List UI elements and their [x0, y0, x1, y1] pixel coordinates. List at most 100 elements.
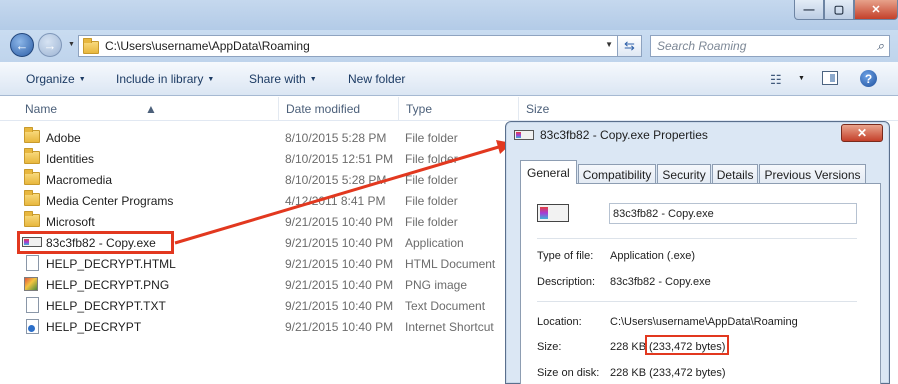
size-kb-value: 228 KB [610, 341, 647, 353]
share-with-menu[interactable]: Share with ▼ [249, 72, 317, 86]
file-row-media-center-programs[interactable]: Media Center Programs 4/12/2011 8:41 PM … [0, 190, 520, 211]
file-row-identities[interactable]: Identities 8/10/2015 12:51 PM File folde… [0, 148, 520, 169]
folder-icon [24, 169, 40, 185]
forward-button[interactable]: → [38, 33, 62, 57]
tab-compatibility[interactable]: Compatibility [577, 164, 657, 184]
chevron-down-icon: ▼ [207, 76, 215, 83]
properties-dialog: 83c3fb82 - Copy.exe Properties ✕ General… [505, 121, 890, 384]
back-arrow-icon: ← [15, 37, 29, 53]
maximize-button[interactable]: ▢ [824, 0, 854, 20]
file-date: 4/12/2011 8:41 PM [285, 194, 386, 208]
organize-label: Organize [26, 72, 75, 86]
tab-security[interactable]: Security [657, 164, 711, 184]
refresh-button[interactable]: ⇆ [618, 35, 642, 57]
file-row-help-decrypt-txt[interactable]: HELP_DECRYPT.TXT 9/21/2015 10:40 PM Text… [0, 295, 520, 316]
file-name: Microsoft [46, 215, 95, 229]
folder-icon [24, 190, 40, 206]
organize-menu[interactable]: Organize ▼ [26, 72, 86, 86]
exe-highlight-box [17, 231, 174, 254]
help-icon[interactable]: ? [860, 70, 877, 87]
file-name: Media Center Programs [46, 194, 174, 208]
file-type: File folder [405, 194, 458, 208]
tab-general[interactable]: General [520, 160, 577, 184]
file-type: File folder [405, 215, 458, 229]
column-divider[interactable] [518, 97, 519, 121]
file-row-macromedia[interactable]: Macromedia 8/10/2015 5:28 PM File folder [0, 169, 520, 190]
document-icon [26, 255, 39, 271]
file-name: HELP_DECRYPT.HTML [46, 257, 176, 271]
file-name: Macromedia [46, 173, 113, 187]
file-row-help-decrypt-shortcut[interactable]: HELP_DECRYPT 9/21/2015 10:40 PM Internet… [0, 316, 520, 337]
document-icon [26, 297, 39, 313]
close-button[interactable]: ✕ [854, 0, 898, 20]
preview-pane-icon[interactable] [822, 71, 838, 85]
file-type: Text Document [405, 299, 486, 313]
location-value: C:\Users\username\AppData\Roaming [610, 316, 798, 328]
search-placeholder: Search Roaming [657, 39, 747, 53]
file-type: File folder [405, 173, 458, 187]
folder-icon [24, 211, 40, 227]
file-name: Adobe [46, 131, 81, 145]
folder-icon [24, 148, 40, 164]
file-type: Internet Shortcut [405, 320, 494, 334]
size-bytes-highlight-box [645, 335, 729, 355]
share-with-label: Share with [249, 72, 306, 86]
file-row-help-decrypt-html[interactable]: HELP_DECRYPT.HTML 9/21/2015 10:40 PM HTM… [0, 253, 520, 274]
search-icon[interactable]: ⌕ [877, 38, 884, 54]
image-icon [24, 277, 38, 291]
column-date-modified[interactable]: Date modified [286, 102, 360, 116]
address-dropdown-icon[interactable]: ▼ [605, 40, 613, 49]
divider [537, 238, 857, 239]
change-view-icon[interactable]: ☷ [770, 72, 782, 88]
column-name[interactable]: Name [25, 102, 57, 116]
exe-icon [537, 204, 569, 222]
chevron-down-icon: ▼ [78, 76, 86, 83]
file-name-field[interactable]: 83c3fb82 - Copy.exe [609, 203, 857, 224]
exe-icon [514, 130, 534, 140]
address-bar[interactable]: C:\Users\username\AppData\Roaming ▼ [78, 35, 618, 57]
navigation-bar: ← → ▼ C:\Users\username\AppData\Roaming … [0, 30, 898, 62]
include-in-library-menu[interactable]: Include in library ▼ [116, 72, 214, 86]
include-in-library-label: Include in library [116, 72, 204, 86]
column-type[interactable]: Type [406, 102, 432, 116]
column-size[interactable]: Size [526, 102, 549, 116]
type-of-file-label: Type of file: [537, 250, 594, 262]
size-on-disk-value: 228 KB (233,472 bytes) [610, 367, 726, 379]
minimize-button[interactable]: — [794, 0, 824, 20]
file-date: 9/21/2015 10:40 PM [285, 299, 394, 313]
file-type: PNG image [405, 278, 468, 292]
back-button[interactable]: ← [10, 33, 34, 57]
refresh-icon: ⇆ [624, 38, 635, 53]
chevron-down-icon: ▼ [309, 76, 317, 83]
properties-title: 83c3fb82 - Copy.exe Properties [540, 128, 708, 142]
column-headers: ▲ Name Date modified Type Size [0, 97, 898, 121]
view-options-dropdown-icon[interactable]: ▼ [798, 75, 805, 82]
file-name: HELP_DECRYPT.PNG [46, 278, 170, 292]
file-row-microsoft[interactable]: Microsoft 9/21/2015 10:40 PM File folder [0, 211, 520, 232]
new-folder-button[interactable]: New folder [348, 72, 405, 86]
file-date: 9/21/2015 10:40 PM [285, 257, 394, 271]
recent-pages-dropdown-icon[interactable]: ▼ [68, 41, 75, 48]
search-input[interactable]: Search Roaming ⌕ [650, 35, 890, 57]
file-type: File folder [405, 152, 458, 166]
close-button[interactable]: ✕ [841, 124, 883, 142]
file-type: File folder [405, 131, 458, 145]
size-on-disk-label: Size on disk: [537, 367, 600, 379]
folder-icon [24, 127, 40, 143]
file-name: HELP_DECRYPT.TXT [46, 299, 166, 313]
location-label: Location: [537, 316, 582, 328]
column-divider[interactable] [278, 97, 279, 121]
file-date: 8/10/2015 5:28 PM [285, 173, 387, 187]
properties-titlebar: 83c3fb82 - Copy.exe Properties [514, 128, 708, 142]
folder-icon [83, 38, 99, 54]
tab-previous-versions[interactable]: Previous Versions [759, 164, 866, 184]
file-row-help-decrypt-png[interactable]: HELP_DECRYPT.PNG 9/21/2015 10:40 PM PNG … [0, 274, 520, 295]
file-name: HELP_DECRYPT [46, 320, 142, 334]
column-divider[interactable] [398, 97, 399, 121]
address-path: C:\Users\username\AppData\Roaming [105, 39, 310, 53]
file-type: HTML Document [405, 257, 496, 271]
file-date: 8/10/2015 5:28 PM [285, 131, 387, 145]
file-row-adobe[interactable]: Adobe 8/10/2015 5:28 PM File folder [0, 127, 520, 148]
tab-details[interactable]: Details [711, 164, 759, 184]
file-date: 9/21/2015 10:40 PM [285, 236, 394, 250]
